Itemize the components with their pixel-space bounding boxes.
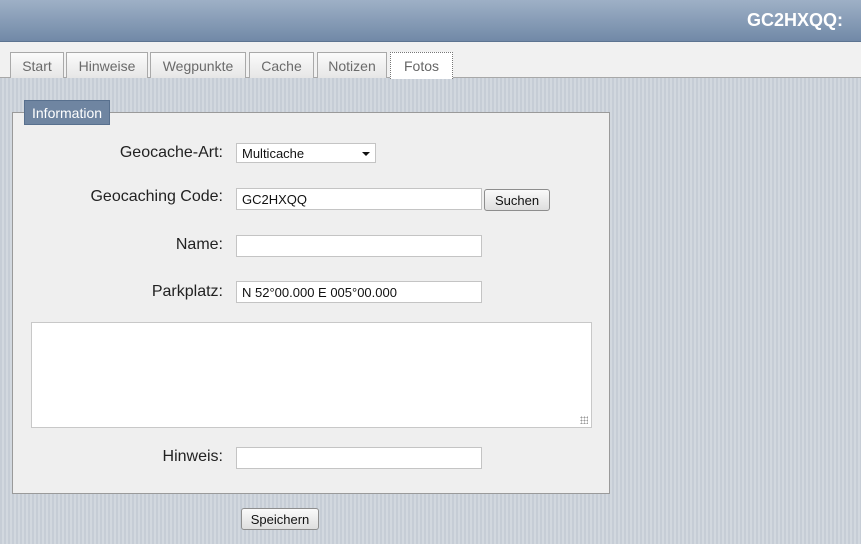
fieldset-legend: Information: [24, 100, 111, 125]
tab-fotos[interactable]: Fotos: [390, 52, 453, 79]
parking-label: Parkplatz:: [151, 283, 223, 300]
name-input[interactable]: [236, 235, 482, 257]
tab-wegpunkte[interactable]: Wegpunkte: [150, 52, 246, 78]
hint-input[interactable]: [236, 447, 482, 469]
information-fieldset: [12, 112, 610, 494]
tab-start[interactable]: Start: [10, 52, 64, 78]
tab-cache[interactable]: Cache: [249, 52, 314, 78]
hint-label: Hinweis:: [162, 448, 223, 465]
code-input[interactable]: GC2HXQQ: [236, 188, 482, 210]
app-header: GC2HXQQ:: [0, 0, 861, 42]
tab-bar: Start Hinweise Wegpunkte Cache Notizen F…: [0, 42, 861, 79]
cache-type-value: Multicache: [242, 145, 305, 161]
parking-value: N 52°00.000 E 005°00.000: [242, 284, 397, 300]
code-label: Geocaching Code:: [90, 188, 223, 205]
dropdown-arrow-icon: [362, 152, 370, 156]
name-label: Name:: [175, 236, 223, 253]
resize-grip-icon[interactable]: [580, 416, 588, 424]
search-button[interactable]: Suchen: [484, 189, 550, 211]
cache-code-title: GC2HXQQ:: [746, 10, 843, 30]
description-textarea[interactable]: [31, 322, 592, 428]
cache-type-select[interactable]: Multicache: [236, 143, 376, 163]
tab-hinweise[interactable]: Hinweise: [66, 52, 148, 78]
tab-notizen[interactable]: Notizen: [317, 52, 387, 78]
save-button[interactable]: Speichern: [241, 508, 319, 530]
cache-type-label: Geocache-Art:: [119, 144, 223, 161]
code-value: GC2HXQQ: [242, 191, 308, 207]
parking-input[interactable]: N 52°00.000 E 005°00.000: [236, 281, 482, 303]
